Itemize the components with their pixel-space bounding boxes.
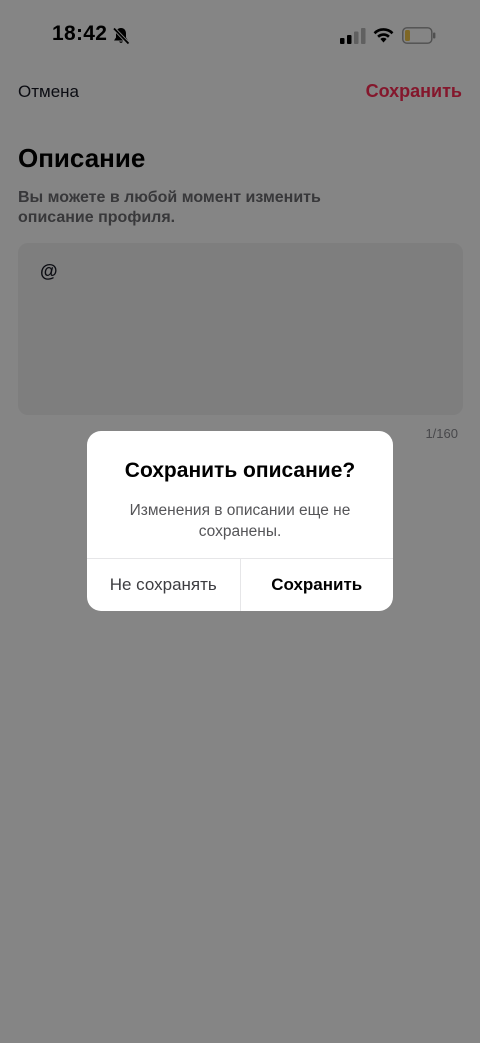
- edit-description-screen: 18:42 Отмена Сохранить Описание Вы может…: [0, 0, 480, 1043]
- dialog-title: Сохранить описание?: [124, 459, 356, 482]
- dialog-actions: Не сохранять Сохранить: [87, 558, 393, 611]
- save-description-dialog: Сохранить описание? Изменения в описании…: [87, 431, 393, 611]
- dialog-save-button[interactable]: Сохранить: [241, 559, 394, 611]
- discard-button[interactable]: Не сохранять: [87, 559, 241, 611]
- dialog-message: Изменения в описании еще не сохранены.: [129, 502, 351, 540]
